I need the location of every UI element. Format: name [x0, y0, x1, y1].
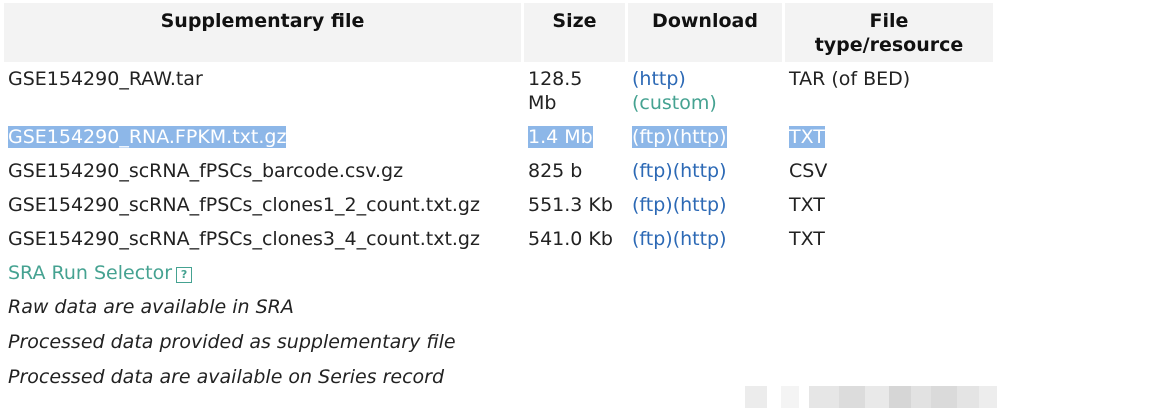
http-download-link[interactable]: (http) [673, 228, 727, 250]
ftp-download-link[interactable]: (ftp) [632, 194, 673, 216]
file-name: GSE154290_scRNA_fPSCs_clones3_4_count.tx… [8, 228, 480, 250]
file-name: GSE154290_RNA.FPKM.txt.gz [8, 126, 287, 148]
custom-download-link[interactable]: (custom) [632, 92, 717, 114]
file-size: 128.5 Mb [528, 68, 583, 114]
help-icon[interactable]: ? [176, 267, 193, 283]
sra-run-selector-link[interactable]: SRA Run Selector [8, 262, 172, 284]
header-file-type-line1: File [869, 10, 909, 32]
file-size-cell: 1.4 Mb [524, 120, 625, 154]
table-header-row: Supplementary file Size Download File ty… [4, 3, 993, 62]
file-type-cell: CSV [785, 154, 993, 188]
file-type-cell: TAR (of BED) [785, 62, 993, 120]
http-download-link[interactable]: (http) [673, 160, 727, 182]
file-size-cell: 551.3 Kb [524, 188, 625, 222]
table-row: GSE154290_scRNA_fPSCs_barcode.csv.gz 825… [4, 154, 993, 188]
file-name-cell: GSE154290_RNA.FPKM.txt.gz [4, 120, 521, 154]
file-size-cell: 541.0 Kb [524, 222, 625, 256]
file-name-cell: GSE154290_scRNA_fPSCs_clones1_2_count.tx… [4, 188, 521, 222]
file-name: GSE154290_RAW.tar [8, 68, 203, 90]
file-size-cell: 128.5 Mb [524, 62, 625, 120]
header-supplementary-file: Supplementary file [4, 3, 521, 62]
file-type: TAR (of BED) [789, 68, 911, 90]
header-download: Download [628, 3, 782, 62]
http-download-link[interactable]: (http) [632, 68, 686, 90]
table-row: GSE154290_RAW.tar 128.5 Mb (http) (custom… [4, 62, 993, 120]
ftp-download-link[interactable]: (ftp) [632, 126, 673, 148]
download-cell: (ftp)(http) [628, 120, 782, 154]
supplementary-files-section: Supplementary file Size Download File ty… [4, 3, 996, 395]
file-name-cell: GSE154290_RAW.tar [4, 62, 521, 120]
file-type: TXT [789, 126, 825, 148]
note-raw-data-sra: Raw data are available in SRA [8, 296, 294, 318]
file-type: TXT [789, 228, 825, 250]
file-type: TXT [789, 194, 825, 216]
table-row: GSE154290_scRNA_fPSCs_clones3_4_count.tx… [4, 222, 993, 256]
header-file-type: File type/resource [785, 3, 993, 62]
file-name-cell: GSE154290_scRNA_fPSCs_barcode.csv.gz [4, 154, 521, 188]
note-processed-supplementary: Processed data provided as supplementary… [8, 331, 456, 353]
file-name: GSE154290_scRNA_fPSCs_clones1_2_count.tx… [8, 194, 480, 216]
download-links-selection: (ftp)(http) [632, 126, 727, 148]
file-name: GSE154290_scRNA_fPSCs_barcode.csv.gz [8, 160, 404, 182]
table-row: GSE154290_RNA.FPKM.txt.gz 1.4 Mb (ftp)(h… [4, 120, 993, 154]
download-cell: (http) (custom) [628, 62, 782, 120]
supplementary-files-table: Supplementary file Size Download File ty… [1, 3, 996, 256]
sra-run-selector-line: SRA Run Selector? [4, 256, 996, 290]
file-name-cell: GSE154290_scRNA_fPSCs_clones3_4_count.tx… [4, 222, 521, 256]
file-size-cell: 825 b [524, 154, 625, 188]
header-file-type-line2: type/resource [814, 34, 964, 56]
table-row: GSE154290_scRNA_fPSCs_clones1_2_count.tx… [4, 188, 993, 222]
download-cell: (ftp)(http) [628, 154, 782, 188]
file-type: CSV [789, 160, 828, 182]
ftp-download-link[interactable]: (ftp) [632, 228, 673, 250]
file-type-cell: TXT [785, 188, 993, 222]
blurred-watermark [745, 386, 997, 410]
http-download-link[interactable]: (http) [673, 126, 727, 148]
file-size: 551.3 Kb [528, 194, 613, 216]
file-type-cell: TXT [785, 120, 993, 154]
http-download-link[interactable]: (http) [673, 194, 727, 216]
file-size: 1.4 Mb [528, 126, 593, 148]
file-type-cell: TXT [785, 222, 993, 256]
file-size: 541.0 Kb [528, 228, 613, 250]
file-size: 825 b [528, 160, 583, 182]
download-cell: (ftp)(http) [628, 222, 782, 256]
ftp-download-link[interactable]: (ftp) [632, 160, 673, 182]
header-size: Size [524, 3, 625, 62]
download-cell: (ftp)(http) [628, 188, 782, 222]
